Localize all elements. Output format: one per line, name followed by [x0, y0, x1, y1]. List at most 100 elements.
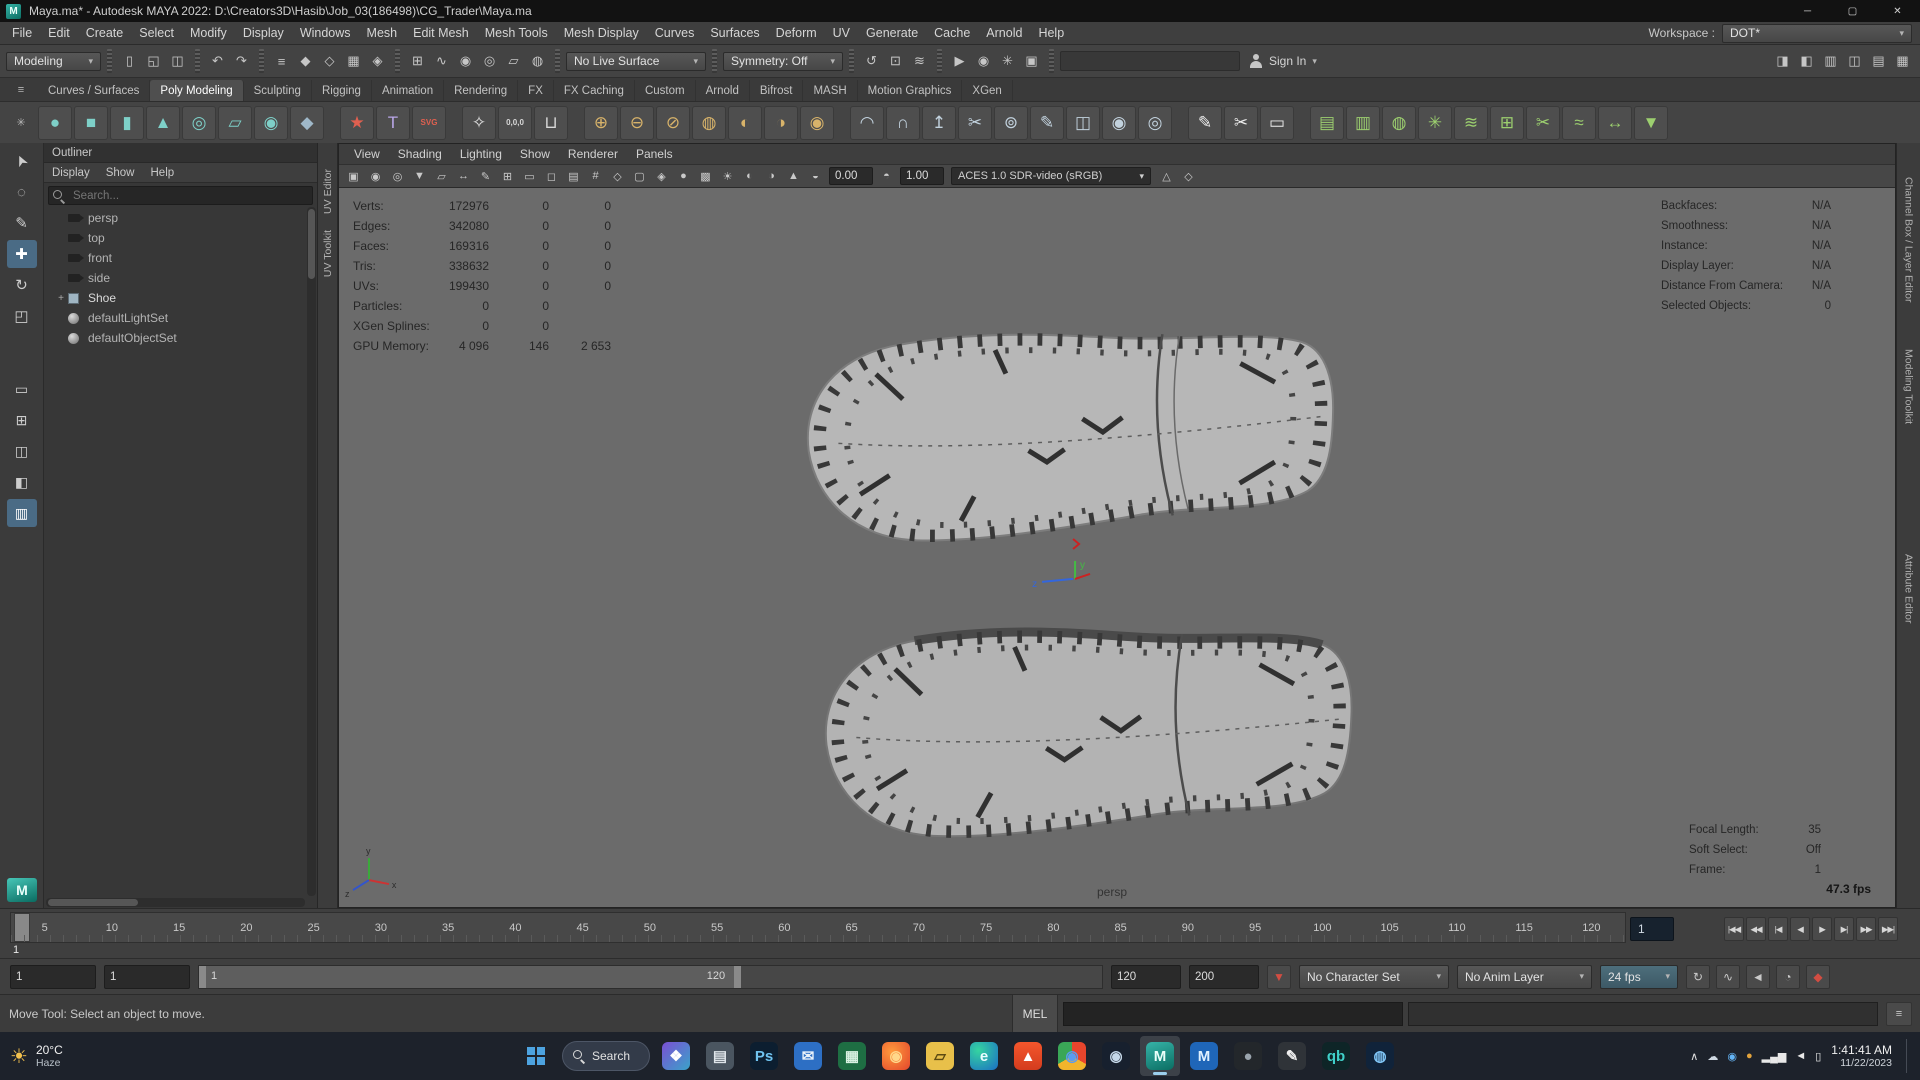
toolbar-grip[interactable] — [937, 49, 942, 73]
shelf-combine-icon[interactable]: ⊕ — [584, 105, 618, 140]
shelf-reduce-icon[interactable]: ◎ — [1138, 105, 1172, 140]
shelf-poly-cube-icon[interactable]: ■ — [74, 105, 108, 140]
wireframe-icon[interactable]: ◈ — [651, 166, 672, 186]
shelf-poly-torus-icon[interactable]: ◎ — [182, 105, 216, 140]
field-chart-icon[interactable]: # — [585, 166, 606, 186]
exposure-field[interactable]: 0.00 — [829, 167, 873, 185]
grease-pencil-icon[interactable]: ✎ — [475, 166, 496, 186]
shelf-uv-cut-icon[interactable]: ✂ — [1526, 105, 1560, 140]
viewport-menu-item[interactable]: Show — [511, 147, 559, 161]
play-forwards-button[interactable]: ▶ — [1812, 917, 1832, 941]
toggle-channel-box-icon[interactable]: ▥ — [1819, 50, 1842, 73]
playback-range-bar[interactable] — [199, 965, 741, 988]
show-desktop-button[interactable] — [1906, 1039, 1910, 1073]
time-editor-icon[interactable]: ◔ — [1776, 964, 1800, 989]
go-to-start-button[interactable]: |◀◀ — [1724, 917, 1744, 941]
lasso-tool-icon[interactable]: ◌ — [7, 178, 37, 206]
outputs-icon[interactable]: ≋ — [908, 50, 931, 73]
tray-battery-icon[interactable]: ▯ — [1815, 1050, 1821, 1063]
taskbar-app-file-explorer[interactable]: ▱ — [920, 1036, 960, 1076]
outliner-item[interactable]: defaultObjectSet — [44, 328, 317, 348]
playback-start-field[interactable]: 1 — [104, 964, 190, 989]
viewport-menu-item[interactable]: Lighting — [451, 147, 511, 161]
workspace-dropdown[interactable]: DOT* ▾ — [1722, 23, 1912, 43]
shelf-uv-layout-icon[interactable]: ⊞ — [1490, 105, 1524, 140]
taskbar-app-edge[interactable]: e — [964, 1036, 1004, 1076]
step-back-frame-button[interactable]: ◀◀ — [1746, 917, 1766, 941]
tray-antivirus-icon[interactable]: ◉ — [1727, 1050, 1737, 1063]
tab-modeling-toolkit[interactable]: Modeling Toolkit — [1903, 349, 1915, 424]
toolbar-grip[interactable] — [395, 49, 400, 73]
taskbar-app-brave[interactable]: ▲ — [1008, 1036, 1048, 1076]
safe-title-icon[interactable]: ▢ — [629, 166, 650, 186]
live-surface-dropdown[interactable]: No Live Surface ▾ — [566, 51, 706, 71]
make-live-icon[interactable]: ◍ — [526, 50, 549, 73]
ipr-render-icon[interactable]: ◉ — [972, 50, 995, 73]
menu-item[interactable]: Mesh Display — [556, 22, 647, 44]
shelf-tab[interactable]: MASH — [803, 80, 858, 101]
bookmark-icon[interactable]: ▼ — [1267, 964, 1291, 989]
snap-view-plane-icon[interactable]: ▱ — [502, 50, 525, 73]
shelf-tab[interactable]: Animation — [372, 80, 445, 101]
toggle-modeling-toolkit-icon[interactable]: ◫ — [1843, 50, 1866, 73]
maximize-button[interactable]: ▢ — [1830, 0, 1875, 22]
taskbar-app-pen-tablet[interactable]: ✎ — [1272, 1036, 1312, 1076]
resolution-gate-icon[interactable]: ◻ — [541, 166, 562, 186]
shelf-tab[interactable]: FX — [518, 80, 554, 101]
playback-end-field[interactable]: 120 — [1111, 964, 1181, 989]
tab-uv-toolkit[interactable]: UV Toolkit — [322, 230, 334, 277]
tray-network-icon[interactable]: ▂▄▆ — [1762, 1050, 1787, 1063]
menu-item[interactable]: Edit — [40, 22, 78, 44]
viewport-menu-item[interactable]: Shading — [389, 147, 451, 161]
move-gizmo[interactable]: y z — [1032, 538, 1091, 590]
move-tool-icon[interactable]: ✚ — [6, 240, 37, 268]
shelf-tab[interactable]: Poly Modeling — [150, 80, 244, 101]
toolbar-grip[interactable] — [107, 49, 112, 73]
save-scene-icon[interactable]: ◫ — [166, 50, 189, 73]
shelf-quad-draw-icon[interactable]: ✎ — [1030, 105, 1064, 140]
highlight-selection-icon[interactable]: ◈ — [366, 50, 389, 73]
command-line-language-button[interactable]: MEL — [1012, 995, 1058, 1032]
taskbar-app-firefox[interactable]: ◉ — [876, 1036, 916, 1076]
new-scene-icon[interactable]: ▯ — [118, 50, 141, 73]
colorspace-dropdown[interactable]: ACES 1.0 SDR-video (sRGB) ▾ — [951, 167, 1151, 185]
shelf-uv-unfold-icon[interactable]: ↔ — [1598, 105, 1632, 140]
shelf-knife-icon[interactable]: ✂ — [1224, 105, 1258, 140]
outliner-item[interactable]: top — [44, 228, 317, 248]
shelf-tab[interactable]: Bifrost — [750, 80, 804, 101]
tab-channel-box[interactable]: Channel Box / Layer Editor — [1903, 177, 1915, 303]
shelf-eraser-icon[interactable]: ▭ — [1260, 105, 1294, 140]
shelf-poly-plane-icon[interactable]: ▱ — [218, 105, 252, 140]
layout-two-pane-icon[interactable]: ◫ — [7, 437, 37, 465]
shelf-uv-cylindrical-icon[interactable]: ▥ — [1346, 105, 1380, 140]
shelf-bevel-icon[interactable]: ◠ — [850, 105, 884, 140]
shelf-target-weld-icon[interactable]: ⊚ — [994, 105, 1028, 140]
viewport-canvas[interactable]: y z y x z Verts: 172976 0 0 Edges: 34208… — [339, 188, 1895, 907]
shoe-sole-top[interactable] — [803, 323, 1339, 544]
shelf-tab[interactable]: Motion Graphics — [858, 80, 963, 101]
outliner-item[interactable]: + Shoe — [44, 288, 317, 308]
shelf-uv-contour-icon[interactable]: ≋ — [1454, 105, 1488, 140]
snap-projected-center-icon[interactable]: ◎ — [478, 50, 501, 73]
step-forward-key-button[interactable]: ▶| — [1834, 917, 1854, 941]
shelf-tab[interactable]: Arnold — [696, 80, 750, 101]
scale-tool-icon[interactable]: ◰ — [7, 302, 37, 330]
shelf-extract-icon[interactable]: ⊘ — [656, 105, 690, 140]
shelf-boolean-difference-icon[interactable]: ◐ — [728, 105, 762, 140]
gate-mask-icon[interactable]: ▤ — [563, 166, 584, 186]
layout-single-pane-icon[interactable]: ▭ — [7, 375, 37, 403]
lock-camera-icon[interactable]: ◉ — [365, 166, 386, 186]
menu-item[interactable]: Select — [131, 22, 182, 44]
shelf-bridge-icon[interactable]: ∩ — [886, 105, 920, 140]
toolbar-grip[interactable] — [849, 49, 854, 73]
toggle-workspace-icon[interactable]: ▦ — [1891, 50, 1914, 73]
render-view-icon[interactable]: ▣ — [1020, 50, 1043, 73]
tray-hidden-icons-chevron[interactable]: ∧ — [1690, 1050, 1698, 1063]
step-forward-frame-button[interactable]: ▶▶ — [1856, 917, 1876, 941]
snap-curve-icon[interactable]: ∿ — [430, 50, 453, 73]
shelf-snap-together-icon[interactable]: ⊔ — [534, 105, 568, 140]
tray-volume-icon[interactable]: ◄ — [1795, 1050, 1806, 1062]
redo-icon[interactable]: ↷ — [230, 50, 253, 73]
outliner-title[interactable]: Outliner — [44, 143, 317, 163]
viewport-menu-item[interactable]: Renderer — [559, 147, 627, 161]
